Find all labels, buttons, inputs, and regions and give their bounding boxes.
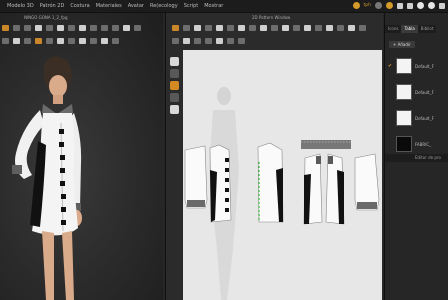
menu-costura[interactable]: Costura — [70, 3, 89, 9]
pattern-collar[interactable] — [301, 140, 351, 149]
fabric-item[interactable]: Default_F — [385, 79, 448, 105]
polygon-icon[interactable] — [194, 25, 201, 31]
fold-arrange-icon[interactable] — [216, 38, 223, 44]
notch-icon[interactable] — [260, 25, 267, 31]
sleeve-left-cuff — [187, 200, 205, 207]
texture-side-icon[interactable] — [170, 81, 179, 90]
menu-modelo-3d[interactable]: Modelo 3D — [7, 3, 34, 9]
pattern-sleeve-right[interactable] — [354, 153, 380, 211]
ruler-icon[interactable] — [337, 25, 344, 31]
pattern-board[interactable] — [183, 50, 382, 300]
pattern-window-2d[interactable]: 2D Pattern Window — [165, 13, 383, 300]
avatar-silhouette-head — [217, 87, 231, 105]
fabric-swatch — [396, 136, 412, 152]
menu-mostrar[interactable]: Mostrar — [204, 3, 223, 9]
texture-edit-icon[interactable] — [238, 38, 245, 44]
pattern-side-toolbar — [170, 57, 180, 117]
property-editor-title: Editor de pro — [415, 155, 441, 160]
seam-icon[interactable] — [271, 25, 278, 31]
trace-icon[interactable] — [315, 25, 322, 31]
grading-icon[interactable] — [282, 25, 289, 31]
segment-sew-icon[interactable] — [172, 38, 179, 44]
fabric-name: Default_F — [415, 115, 434, 121]
menu-patron-2d[interactable]: Patrón 2D — [40, 3, 65, 9]
avatar-neck — [53, 95, 63, 104]
tab-biblioteca[interactable]: Bibliot — [417, 25, 437, 33]
offset-icon[interactable] — [326, 25, 333, 31]
tab-icons[interactable]: Icons — [385, 25, 402, 33]
avatar-3d[interactable] — [0, 13, 163, 300]
menu-right-icons: tph — [352, 2, 445, 9]
fabric-name: Default_F — [415, 89, 434, 95]
add-fabric-button[interactable]: + Añadir — [389, 41, 415, 48]
grid-icon[interactable] — [407, 2, 413, 9]
avatar-left-leg — [42, 231, 54, 300]
property-editor-header: Editor de pro — [385, 154, 448, 162]
ruler-side-icon[interactable] — [170, 69, 179, 78]
graphic-side-icon[interactable] — [170, 93, 179, 102]
fabric-swatch — [396, 110, 412, 126]
dart-icon[interactable] — [238, 25, 245, 31]
circle-icon[interactable] — [216, 25, 223, 31]
left-cuff — [12, 165, 22, 174]
check-sew-icon[interactable] — [194, 38, 201, 44]
edit-pattern-icon[interactable] — [172, 25, 179, 31]
fabric-item[interactable]: ✔ Default_F — [385, 53, 448, 79]
gear-icon[interactable] — [428, 2, 435, 9]
back-right-collar-piece — [328, 156, 333, 164]
menu-materiales[interactable]: Materiales — [96, 3, 122, 9]
menu-bar: Modelo 3D Patrón 2D Costura Materiales A… — [0, 0, 448, 13]
check-icon: ✔ — [388, 63, 393, 69]
sleeve-right-cuff — [357, 202, 377, 209]
fabric-list: ✔ Default_F Default_F Default_F FABRIC_ — [385, 53, 448, 157]
panel-tabs: Icons Tabla Bibliot — [385, 25, 448, 33]
fabric-item[interactable]: Default_F — [385, 105, 448, 131]
edit-sew-icon[interactable] — [205, 38, 212, 44]
fabric-name: FABRIC_ — [415, 141, 432, 147]
folder-icon[interactable] — [397, 2, 403, 9]
info-icon[interactable] — [417, 2, 424, 9]
window-icon[interactable] — [439, 2, 445, 9]
fabric-name: Default_F — [415, 63, 434, 69]
toolbar-2d-row-1 — [172, 25, 366, 33]
internal-line-icon[interactable] — [227, 25, 234, 31]
object-browser-panel: Icons Tabla Bibliot + Añadir ✔ Default_F… — [384, 13, 448, 300]
pin-icon[interactable] — [170, 57, 179, 66]
front-right-collar-piece — [316, 156, 321, 164]
cloud-icon[interactable] — [386, 2, 393, 9]
transform-icon[interactable] — [183, 25, 190, 31]
menu-avatar[interactable]: Avatar — [128, 3, 144, 9]
sew-icon[interactable] — [249, 25, 256, 31]
moon-icon[interactable] — [375, 2, 382, 9]
zoom-icon[interactable] — [359, 25, 366, 31]
fabric-swatch — [396, 58, 412, 74]
tab-tabla[interactable]: Tabla — [401, 25, 418, 33]
pattern-pieces — [184, 87, 380, 300]
pattern-window-title: 2D Pattern Window — [252, 15, 291, 20]
menu-script[interactable]: Script — [184, 3, 199, 9]
user-icon[interactable] — [352, 2, 360, 9]
avatar-right-leg — [62, 231, 74, 300]
pattern-sleeve-left[interactable] — [184, 145, 208, 209]
annotation-icon[interactable] — [348, 25, 355, 31]
app-window: Modelo 3D Patrón 2D Costura Materiales A… — [0, 0, 448, 300]
status-text: tph — [363, 3, 371, 8]
menu-ecology[interactable]: Re(ecology — [150, 3, 178, 9]
brush-side-icon[interactable] — [170, 105, 179, 114]
topstitch-icon[interactable] — [227, 38, 234, 44]
viewport-3d[interactable]: NINGO GONA 1_2_fpg — [0, 13, 163, 300]
rectangle-icon[interactable] — [205, 25, 212, 31]
toolbar-2d-row-2 — [172, 38, 245, 46]
unfold-icon[interactable] — [304, 25, 311, 31]
fabric-swatch — [396, 84, 412, 100]
symmetry-icon[interactable] — [293, 25, 300, 31]
free-sew-icon[interactable] — [183, 38, 190, 44]
avatar-face — [49, 75, 67, 97]
